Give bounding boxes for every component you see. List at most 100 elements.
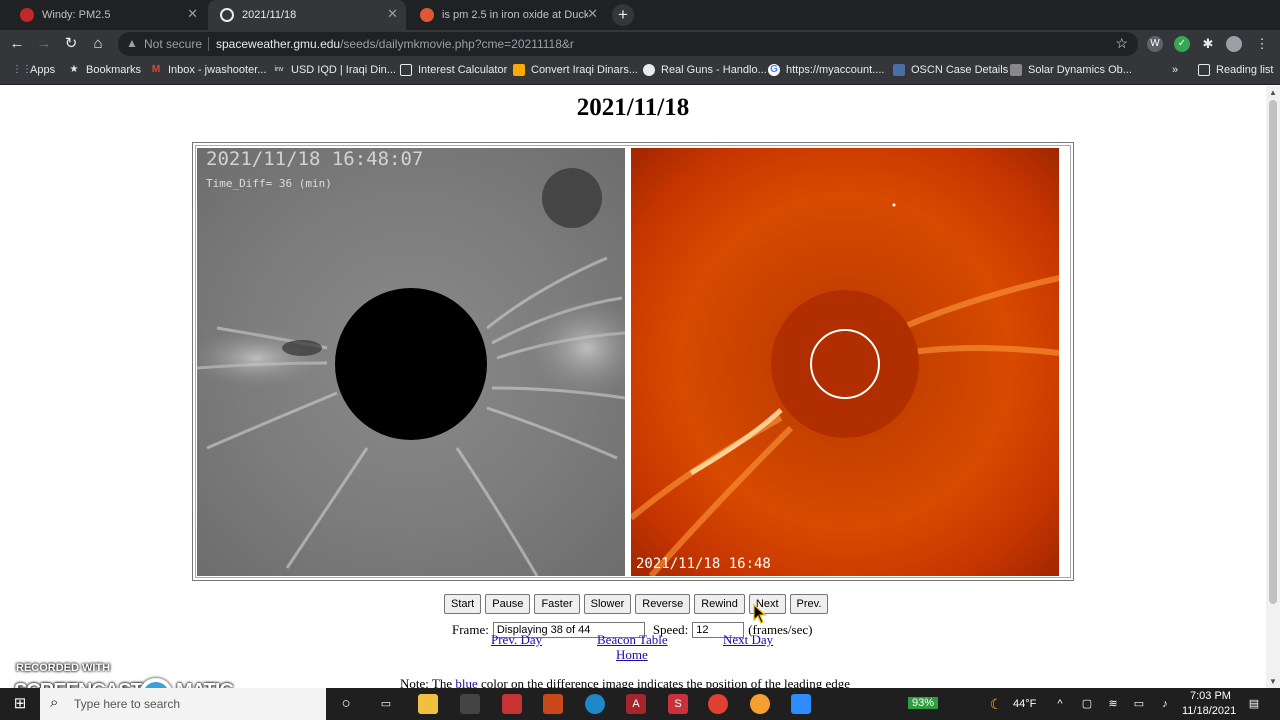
- bookmark-label: Convert Iraqi Dinars...: [531, 64, 638, 76]
- file-explorer-icon[interactable]: [418, 694, 438, 714]
- extensions-puzzle-icon[interactable]: ✱: [1200, 36, 1216, 52]
- movie-frame-table: 2021/11/18 16:48:07 Time_Diff= 36 (min) …: [192, 142, 1074, 581]
- close-tab-icon[interactable]: ✕: [387, 6, 398, 22]
- notification-icon[interactable]: ▤: [1244, 694, 1264, 714]
- extension-w-icon[interactable]: W: [1147, 36, 1163, 52]
- back-icon[interactable]: ←: [8, 35, 26, 53]
- bookmark-star-icon[interactable]: ☆: [1115, 35, 1128, 52]
- home-icon[interactable]: ⌂: [89, 35, 107, 53]
- cortana-icon[interactable]: ○: [336, 694, 356, 714]
- watermark-recorded-with: RECORDED WITH: [16, 662, 111, 674]
- tab-strip: Windy: PM2.5 ✕ 2021/11/18 ✕ is pm 2.5 in…: [0, 0, 1280, 30]
- slower-button[interactable]: Slower: [583, 594, 632, 614]
- bookmark-usd-iqd[interactable]: inv USD IQD | Iraqi Din...: [273, 64, 396, 76]
- security-label[interactable]: Not secure: [144, 37, 202, 51]
- address-bar[interactable]: ▲ Not secure spaceweather.gmu.edu/seeds/…: [118, 32, 1138, 56]
- bookmarks-bar: ⋮⋮ Apps ★ Bookmarks M Inbox - jwashooter...…: [0, 58, 1280, 85]
- reading-list-icon: [1198, 64, 1210, 76]
- weather-temp[interactable]: 44°F: [1013, 698, 1036, 710]
- clock-time[interactable]: 7:03 PM: [1190, 690, 1231, 702]
- chrome-icon[interactable]: [708, 694, 728, 714]
- bookmark-inbox[interactable]: M Inbox - jwashooter...: [150, 64, 267, 76]
- lasco-coronagraph-image: 2021/11/18 16:48: [631, 148, 1059, 576]
- url-text[interactable]: spaceweather.gmu.edu/seeds/dailymkmovie.…: [216, 37, 574, 51]
- taskbar-search[interactable]: ⌕ Type here to search: [40, 688, 326, 720]
- tab-duckduckgo[interactable]: is pm 2.5 in iron oxide at DuckDu ✕: [408, 0, 606, 30]
- rewind-button[interactable]: Rewind: [694, 594, 745, 614]
- bookmark-convert-dinars[interactable]: Convert Iraqi Dinars...: [513, 64, 638, 76]
- menu-icon[interactable]: ⋮: [1254, 36, 1270, 52]
- prev-button[interactable]: Prev.: [789, 594, 829, 614]
- volume-icon[interactable]: ♪: [1155, 694, 1175, 714]
- bookmark-myaccount[interactable]: Ghttps://myaccount....: [768, 64, 884, 76]
- store-icon[interactable]: [460, 694, 480, 714]
- wifi-icon[interactable]: ≋: [1103, 694, 1123, 714]
- bookmark-bookmarks[interactable]: ★ Bookmarks: [68, 64, 142, 76]
- next-day-link[interactable]: Next Day: [723, 632, 773, 648]
- more-bookmarks-icon[interactable]: »: [1172, 64, 1178, 76]
- globe-icon: [643, 64, 655, 76]
- bookmark-label: OSCN Case Details: [911, 64, 1009, 76]
- app-red-icon[interactable]: [502, 694, 522, 714]
- windows-taskbar: ⊞ ⌕ Type here to search ○ ▭ A S 93% ☾ 44…: [0, 688, 1280, 720]
- more-bookmarks-label: »: [1172, 64, 1179, 76]
- windows-start-icon[interactable]: ⊞: [10, 694, 30, 714]
- exchange-icon: [513, 64, 525, 76]
- app-s-icon[interactable]: S: [668, 694, 688, 714]
- warning-icon[interactable]: ▲: [126, 36, 138, 50]
- page-title: 2021/11/18: [576, 94, 690, 121]
- new-tab-button[interactable]: +: [612, 4, 634, 26]
- omnibox-divider: [208, 37, 209, 51]
- bookmark-real-guns[interactable]: Real Guns - Handlo...: [643, 64, 767, 76]
- bookmark-oscn[interactable]: OSCN Case Details: [893, 64, 1008, 76]
- reload-icon[interactable]: ↻: [62, 35, 80, 53]
- frame-label: Frame:: [452, 622, 489, 637]
- faster-button[interactable]: Faster: [534, 594, 580, 614]
- reading-list-button[interactable]: Reading list: [1198, 64, 1273, 76]
- task-view-icon[interactable]: ▭: [376, 694, 396, 714]
- scroll-up-icon[interactable]: ▲: [1269, 88, 1277, 97]
- clock-date[interactable]: 11/18/2021: [1182, 705, 1236, 717]
- access-icon[interactable]: A: [626, 694, 646, 714]
- tab-windy[interactable]: Windy: PM2.5 ✕: [8, 0, 206, 30]
- note-text: Note: The blue color on the difference i…: [400, 676, 850, 688]
- bookmark-apps[interactable]: ⋮⋮ Apps: [12, 64, 55, 76]
- weather-icon[interactable]: ☾: [986, 694, 1006, 714]
- pause-button[interactable]: Pause: [485, 594, 531, 614]
- app-orange-icon[interactable]: [543, 694, 563, 714]
- tray-app-icon[interactable]: ▢: [1077, 694, 1097, 714]
- scrollbar-thumb[interactable]: [1269, 100, 1277, 604]
- close-tab-icon[interactable]: ✕: [587, 6, 598, 22]
- close-tab-icon[interactable]: ✕: [187, 6, 198, 22]
- edge-icon[interactable]: [585, 694, 605, 714]
- right-image-timestamp: 2021/11/18 16:48: [636, 556, 771, 572]
- bookmark-label: Solar Dynamics Ob...: [1028, 64, 1132, 76]
- tab-title: is pm 2.5 in iron oxide at DuckDu: [442, 9, 588, 21]
- bookmark-solar-dynamics[interactable]: Solar Dynamics Ob...: [1010, 64, 1132, 76]
- tab-date[interactable]: 2021/11/18 ✕: [208, 0, 406, 30]
- bookmark-label: Bookmarks: [86, 64, 142, 76]
- gmail-icon: M: [151, 64, 161, 75]
- left-image-timestamp: 2021/11/18 16:48:07: [206, 148, 424, 170]
- inv-icon: inv: [274, 66, 284, 73]
- profile-avatar-icon[interactable]: [1226, 36, 1242, 52]
- extension-check-icon[interactable]: ✓: [1174, 36, 1190, 52]
- battery-icon[interactable]: ▭: [1129, 694, 1149, 714]
- calculator-icon: [400, 64, 412, 76]
- prev-day-link[interactable]: Prev. Day: [491, 632, 542, 648]
- scroll-down-icon[interactable]: ▼: [1269, 677, 1277, 686]
- page-scrollbar[interactable]: ▲ ▼: [1266, 86, 1280, 688]
- zoom-icon[interactable]: [791, 694, 811, 714]
- screencast-app-icon[interactable]: [750, 694, 770, 714]
- home-link[interactable]: Home: [616, 647, 648, 663]
- reverse-button[interactable]: Reverse: [635, 594, 691, 614]
- tray-chevron-icon[interactable]: ^: [1050, 694, 1070, 714]
- battery-indicator[interactable]: 93%: [908, 697, 939, 709]
- start-button[interactable]: Start: [444, 594, 482, 614]
- tab-title: Windy: PM2.5: [42, 9, 111, 21]
- forward-icon[interactable]: →: [35, 35, 53, 53]
- difference-image-graphic: [197, 168, 625, 576]
- beacon-table-link[interactable]: Beacon Table: [597, 632, 668, 648]
- bookmark-interest-calculator[interactable]: Interest Calculator: [400, 64, 507, 76]
- duckduckgo-favicon-icon: [420, 8, 434, 22]
